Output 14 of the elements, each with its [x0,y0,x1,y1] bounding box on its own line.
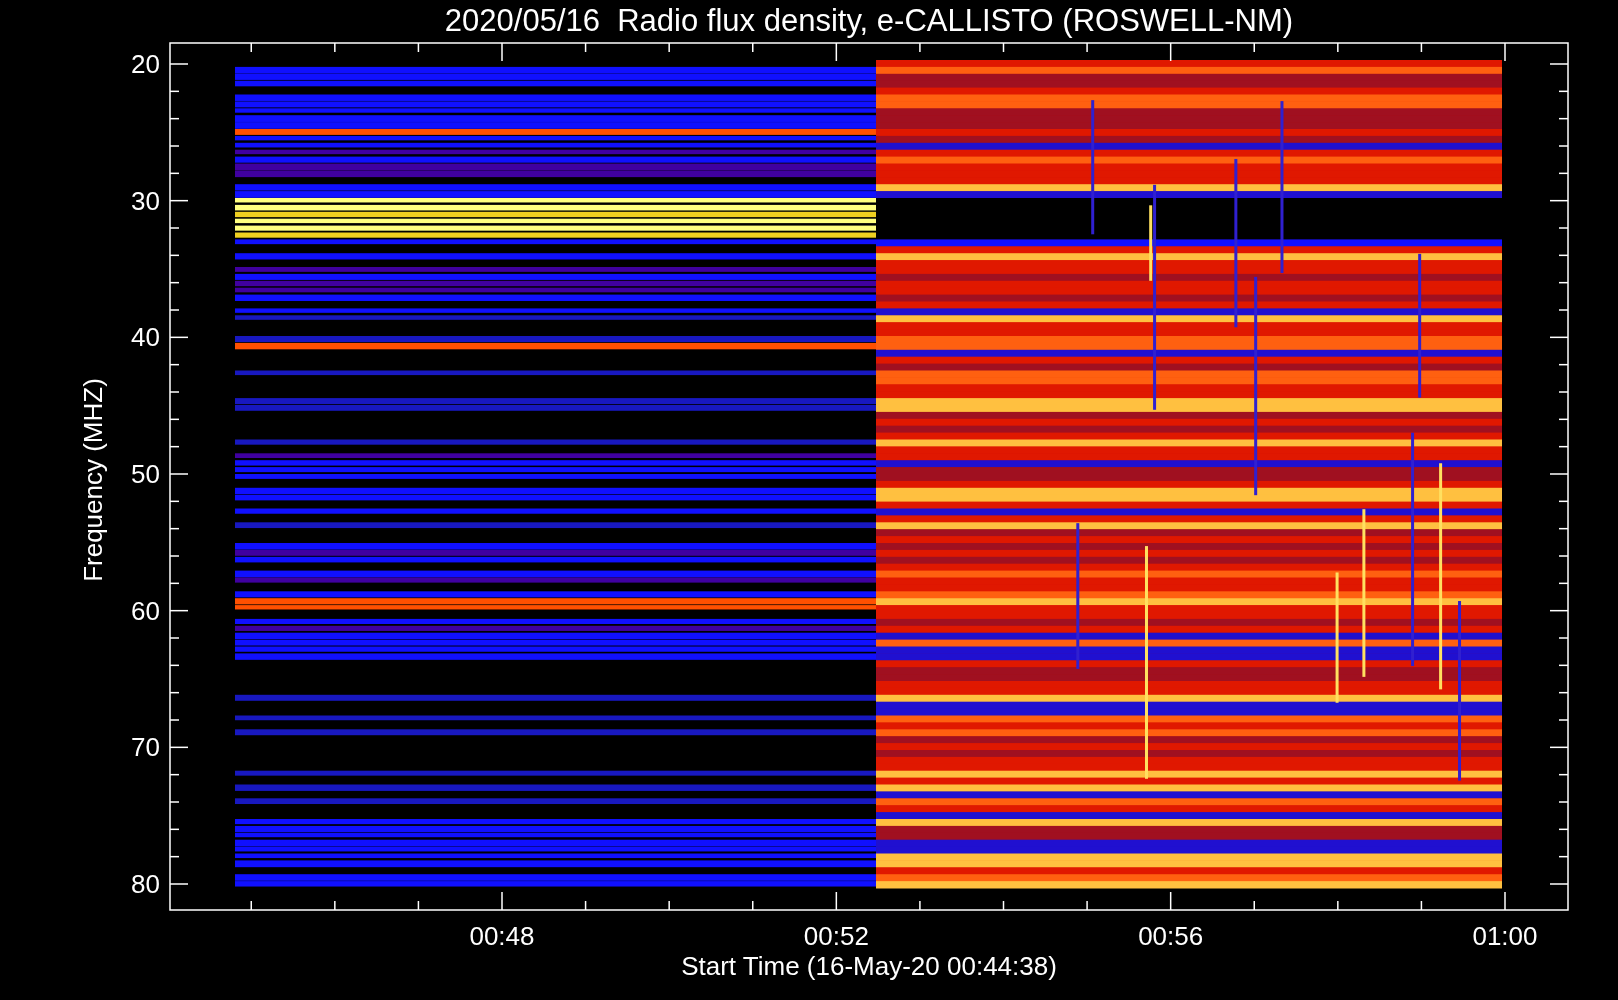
x-tick-label: 00:56 [1138,921,1204,951]
chart-title: 2020/05/16 Radio flux density, e-CALLISTO (ROSWELL-NM) [444,3,1294,38]
y-tick-label: 80 [131,869,160,899]
y-tick-label: 20 [131,49,160,79]
y-tick-label: 50 [131,459,160,489]
x-tick-label: 01:00 [1472,921,1538,951]
y-tick-label: 30 [131,185,160,216]
x-tick-label: 00:52 [803,921,869,951]
y-tick-label: 70 [131,732,160,763]
y-tick-label: 60 [131,595,160,626]
x-axis-label: Start Time (16-May-20 00:44:38) [681,951,1057,981]
x-tick-label: 00:48 [469,921,535,951]
y-axis-label: Frequency (MHZ) [78,378,108,582]
y-tick-label: 40 [131,322,160,353]
